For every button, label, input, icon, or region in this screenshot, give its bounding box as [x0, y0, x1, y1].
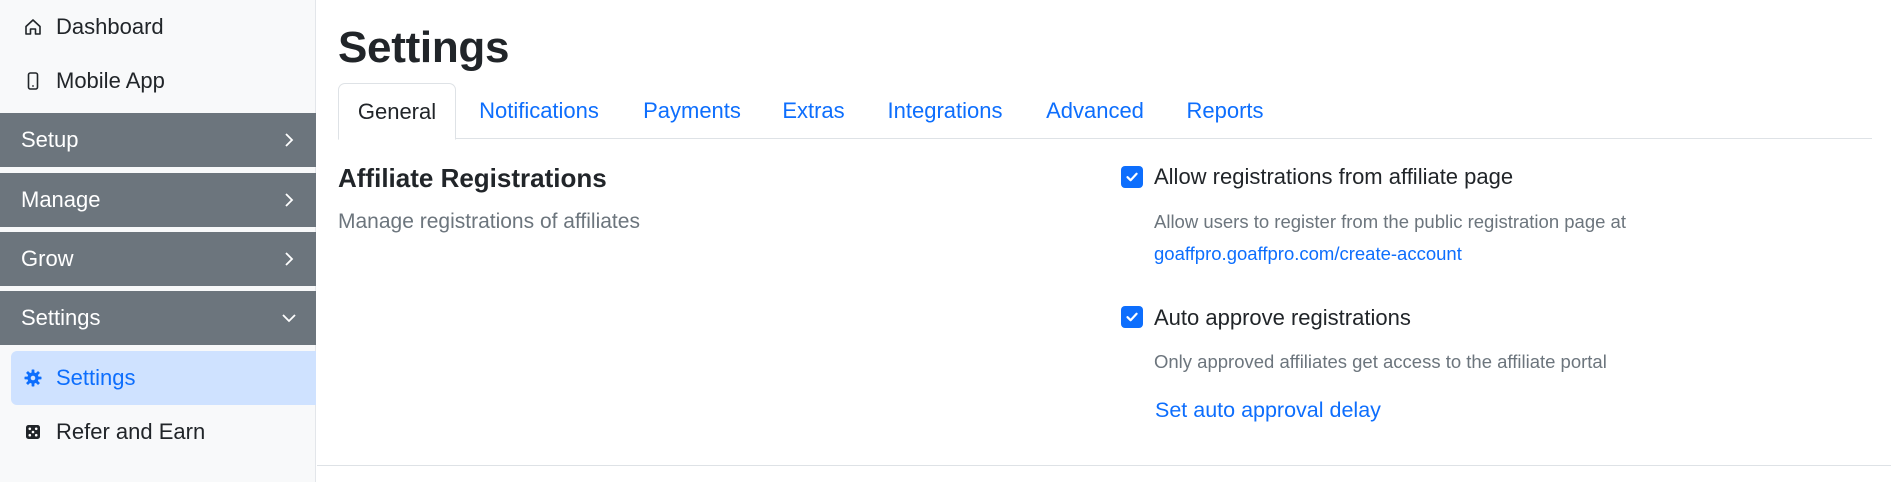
allow-registrations-label[interactable]: Allow registrations from affiliate page [1154, 162, 1513, 192]
tab-extras[interactable]: Extras [762, 83, 865, 139]
sidebar-section-settings[interactable]: Settings [0, 291, 316, 345]
sidebar-section-label: Setup [21, 127, 79, 152]
chevron-right-icon [285, 133, 294, 147]
section-divider [317, 465, 1891, 466]
tab-advanced[interactable]: Advanced [1025, 83, 1165, 139]
sidebar-item-label: Refer and Earn [56, 419, 206, 444]
tab-payments[interactable]: Payments [622, 83, 762, 139]
auto-approve-label[interactable]: Auto approve registrations [1154, 303, 1411, 333]
section-subtitle: Manage registrations of affiliates [338, 210, 640, 233]
allow-registrations-checkbox[interactable] [1121, 166, 1143, 188]
mobile-icon [22, 70, 44, 92]
sidebar-section-setup[interactable]: Setup [0, 113, 316, 167]
tab-notifications[interactable]: Notifications [456, 83, 622, 139]
sidebar-item-label: Dashboard [56, 14, 164, 39]
dice-icon [22, 421, 44, 443]
settings-tabs: General Notifications Payments Extras In… [338, 83, 1872, 140]
sidebar-item-label: Settings [56, 365, 136, 390]
sidebar-section-label: Settings [21, 305, 101, 330]
set-auto-approval-delay-link[interactable]: Set auto approval delay [1155, 395, 1381, 425]
sidebar-item-dashboard[interactable]: Dashboard [0, 0, 316, 54]
check-icon [1126, 172, 1138, 182]
sidebar-item-label: Mobile App [56, 68, 165, 93]
tab-reports[interactable]: Reports [1165, 83, 1285, 139]
allow-registrations-help: Allow users to register from the public … [1154, 211, 1626, 232]
main-content: Settings General Notifications Payments … [317, 0, 1891, 482]
chevron-down-icon [282, 314, 296, 323]
tab-integrations[interactable]: Integrations [865, 83, 1025, 139]
auto-approve-checkbox[interactable] [1121, 306, 1143, 328]
sidebar-section-grow[interactable]: Grow [0, 232, 316, 286]
create-account-link[interactable]: goaffpro.goaffpro.com/create-account [1154, 241, 1462, 267]
section-title: Affiliate Registrations [338, 163, 607, 193]
chevron-right-icon [285, 252, 294, 266]
sidebar: Dashboard Mobile App Setup Manage Grow S… [0, 0, 316, 482]
home-icon [22, 16, 44, 38]
sidebar-item-settings[interactable]: Settings [11, 351, 316, 405]
tab-general[interactable]: General [338, 83, 456, 140]
sidebar-section-manage[interactable]: Manage [0, 173, 316, 227]
chevron-right-icon [285, 193, 294, 207]
sidebar-item-refer-and-earn[interactable]: Refer and Earn [0, 405, 316, 459]
page-title: Settings [338, 23, 510, 72]
gear-icon [22, 367, 44, 389]
sidebar-section-label: Grow [21, 246, 74, 271]
sidebar-item-mobile-app[interactable]: Mobile App [0, 54, 316, 108]
check-icon [1126, 312, 1138, 322]
auto-approve-help: Only approved affiliates get access to t… [1154, 351, 1607, 372]
sidebar-section-label: Manage [21, 187, 101, 212]
